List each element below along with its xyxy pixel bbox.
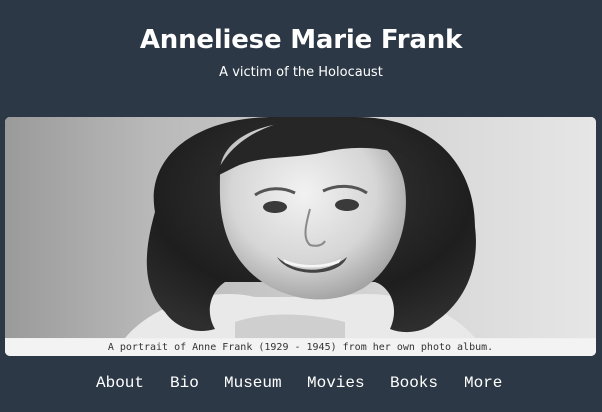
portrait-figure: A portrait of Anne Frank (1929 - 1945) f… (5, 117, 596, 356)
nav-link-movies[interactable]: Movies (307, 370, 365, 396)
portrait-photo (5, 117, 596, 338)
nav-link-more[interactable]: More (464, 370, 502, 396)
page: Anneliese Marie Frank A victim of the Ho… (0, 0, 602, 412)
nav-link-books[interactable]: Books (390, 370, 438, 396)
nav-link-museum[interactable]: Museum (224, 370, 282, 396)
nav-link-about[interactable]: About (96, 370, 144, 396)
photo-caption: A portrait of Anne Frank (1929 - 1945) f… (5, 339, 596, 356)
main-nav: About Bio Museum Movies Books More (0, 370, 602, 396)
nav-link-bio[interactable]: Bio (170, 370, 199, 396)
page-subtitle: A victim of the Holocaust (219, 65, 383, 80)
page-title: Anneliese Marie Frank (139, 25, 463, 55)
